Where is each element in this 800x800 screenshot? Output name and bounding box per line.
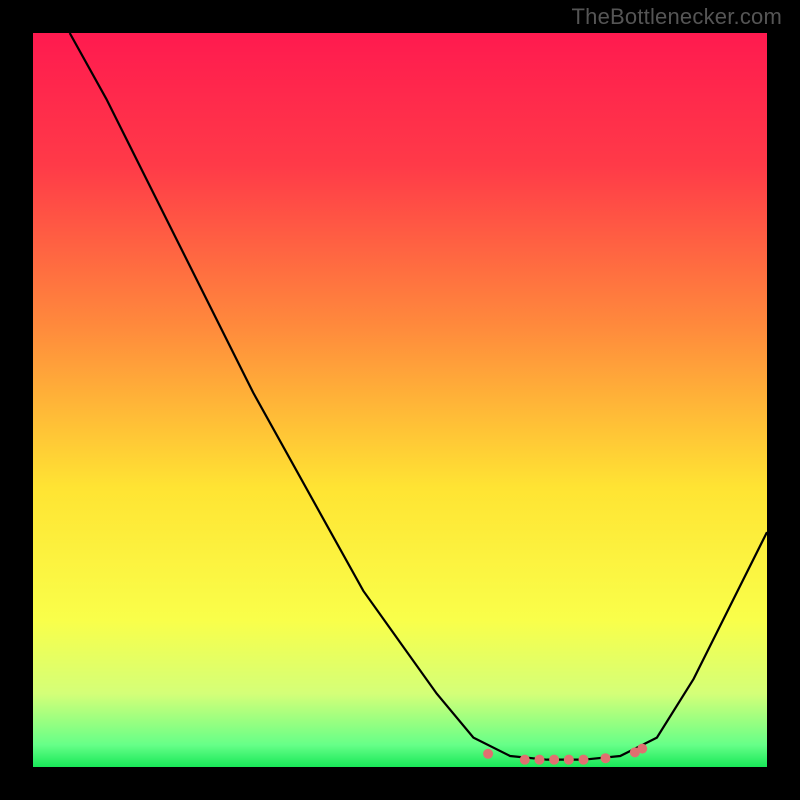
marker-dot: [579, 755, 589, 765]
bottleneck-chart: [33, 33, 767, 767]
plot-area: [33, 33, 767, 767]
marker-dot: [601, 753, 611, 763]
chart-frame: TheBottlenecker.com: [0, 0, 800, 800]
marker-dot: [483, 749, 493, 759]
watermark-text: TheBottlenecker.com: [572, 4, 782, 30]
marker-dot: [520, 755, 530, 765]
marker-dot: [534, 755, 544, 765]
marker-dot: [637, 744, 647, 754]
marker-dot: [564, 755, 574, 765]
marker-dot: [549, 755, 559, 765]
gradient-background: [33, 33, 767, 767]
